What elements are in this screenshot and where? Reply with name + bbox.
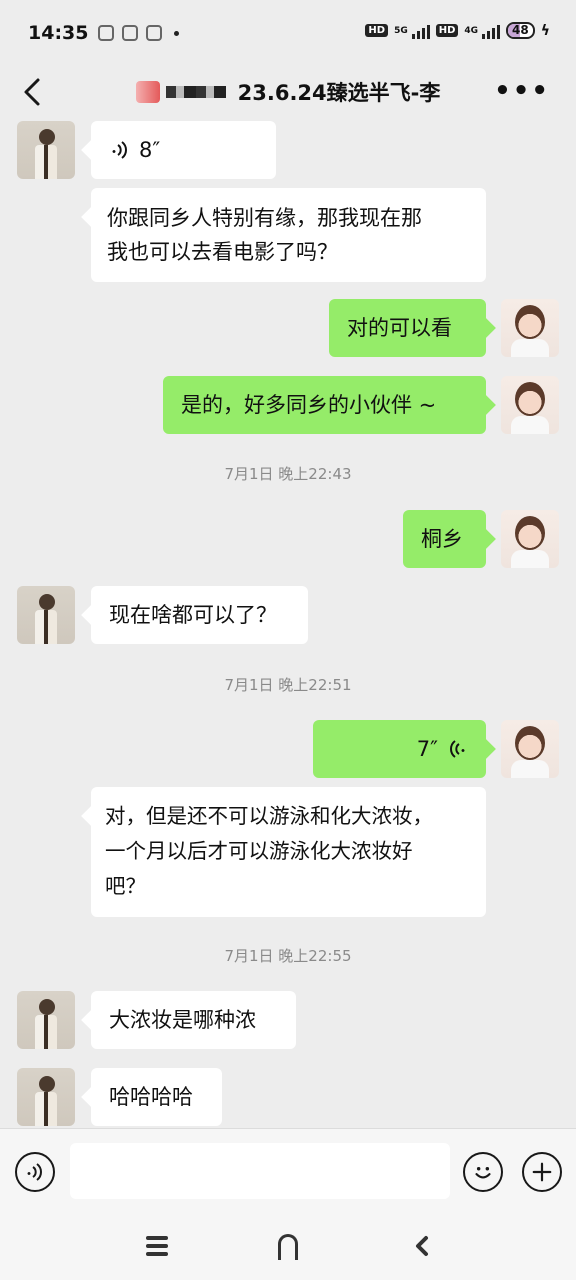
status-indicators: HD 5G HD 4G 48 ϟ bbox=[365, 22, 550, 39]
hd-icon: HD bbox=[435, 24, 459, 37]
smiley-icon bbox=[475, 1167, 491, 1179]
self-avatar[interactable] bbox=[501, 510, 559, 568]
friend-avatar[interactable] bbox=[17, 1068, 75, 1126]
back-button[interactable] bbox=[18, 74, 48, 110]
hd-icon: HD bbox=[365, 24, 389, 37]
voice-input-button[interactable] bbox=[15, 1152, 55, 1192]
friend-avatar[interactable] bbox=[17, 991, 75, 1049]
friend-avatar[interactable] bbox=[17, 586, 75, 644]
text-message[interactable]: 你跟同乡人特别有缘，那我现在那 我也可以去看电影了吗？ bbox=[91, 188, 486, 282]
system-back-button[interactable] bbox=[412, 1234, 432, 1258]
message-timestamp: 7月1日 晚上22:51 bbox=[224, 676, 352, 694]
input-bar bbox=[0, 1128, 576, 1212]
self-avatar[interactable] bbox=[501, 720, 559, 778]
chat-header: 23.6.24臻选半飞-李 ••• bbox=[0, 66, 576, 118]
battery-icon: 48 bbox=[506, 22, 535, 39]
status-time: 14:35 bbox=[28, 22, 89, 44]
text-message[interactable]: 是的，好多同乡的小伙伴 ~ bbox=[163, 376, 486, 434]
chat-title-text: 23.6.24臻选半飞-李 bbox=[237, 81, 441, 105]
network-label: 4G bbox=[464, 25, 479, 36]
voice-message[interactable]: 8″ bbox=[91, 121, 276, 179]
text-message[interactable]: 对，但是还不可以游泳和化大浓妆， 一个月以后才可以游泳化大浓妆好 吧？ bbox=[91, 787, 486, 917]
more-functions-button[interactable] bbox=[522, 1152, 562, 1192]
app-notification-icon bbox=[98, 25, 115, 41]
more-notifications-dot bbox=[174, 30, 180, 36]
text-message[interactable]: 哈哈哈哈 bbox=[91, 1068, 222, 1126]
voice-wave-icon bbox=[27, 1163, 42, 1181]
voice-message[interactable]: 7″ bbox=[313, 720, 486, 778]
signal-icon bbox=[411, 23, 430, 39]
status-bar: 14:35 HD 5G HD 4G 48 ϟ bbox=[0, 0, 576, 66]
voice-wave-icon bbox=[450, 740, 465, 758]
text-message[interactable]: 对的可以看 bbox=[329, 299, 486, 357]
self-avatar[interactable] bbox=[501, 299, 559, 357]
app-notification-icon bbox=[122, 25, 139, 41]
plus-icon bbox=[532, 1162, 552, 1182]
friend-avatar[interactable] bbox=[17, 121, 75, 179]
more-options-button[interactable]: ••• bbox=[494, 78, 550, 104]
recent-apps-button[interactable] bbox=[146, 1236, 168, 1256]
voice-wave-icon bbox=[112, 141, 127, 159]
battery-level: 48 bbox=[512, 23, 529, 37]
app-notification-icon bbox=[146, 25, 163, 41]
self-avatar[interactable] bbox=[501, 376, 559, 434]
message-list[interactable]: 8″ 你跟同乡人特别有缘，那我现在那 我也可以去看电影了吗？ 对的可以看 是的，… bbox=[0, 118, 576, 1128]
text-message[interactable]: 桐乡 bbox=[403, 510, 486, 568]
text-message[interactable]: 大浓妆是哪种浓 bbox=[91, 991, 296, 1049]
message-input[interactable] bbox=[70, 1143, 450, 1199]
home-button[interactable] bbox=[278, 1234, 298, 1260]
message-timestamp: 7月1日 晚上22:55 bbox=[224, 947, 352, 965]
chat-title: 23.6.24臻选半飞-李 bbox=[135, 77, 441, 107]
voice-duration: 7″ bbox=[416, 737, 438, 761]
message-timestamp: 7月1日 晚上22:43 bbox=[224, 465, 352, 483]
chevron-left-icon bbox=[416, 1236, 428, 1256]
system-navigation-bar bbox=[0, 1212, 576, 1280]
emoji-button[interactable] bbox=[463, 1152, 503, 1192]
censored-avatar bbox=[135, 81, 160, 103]
network-label: 5G bbox=[394, 25, 408, 36]
charging-icon: ϟ bbox=[540, 22, 550, 39]
chevron-left-icon bbox=[24, 78, 40, 106]
voice-duration: 8″ bbox=[139, 138, 161, 162]
censored-name bbox=[165, 86, 226, 98]
signal-icon bbox=[482, 23, 501, 39]
text-message[interactable]: 现在啥都可以了？ bbox=[91, 586, 308, 644]
